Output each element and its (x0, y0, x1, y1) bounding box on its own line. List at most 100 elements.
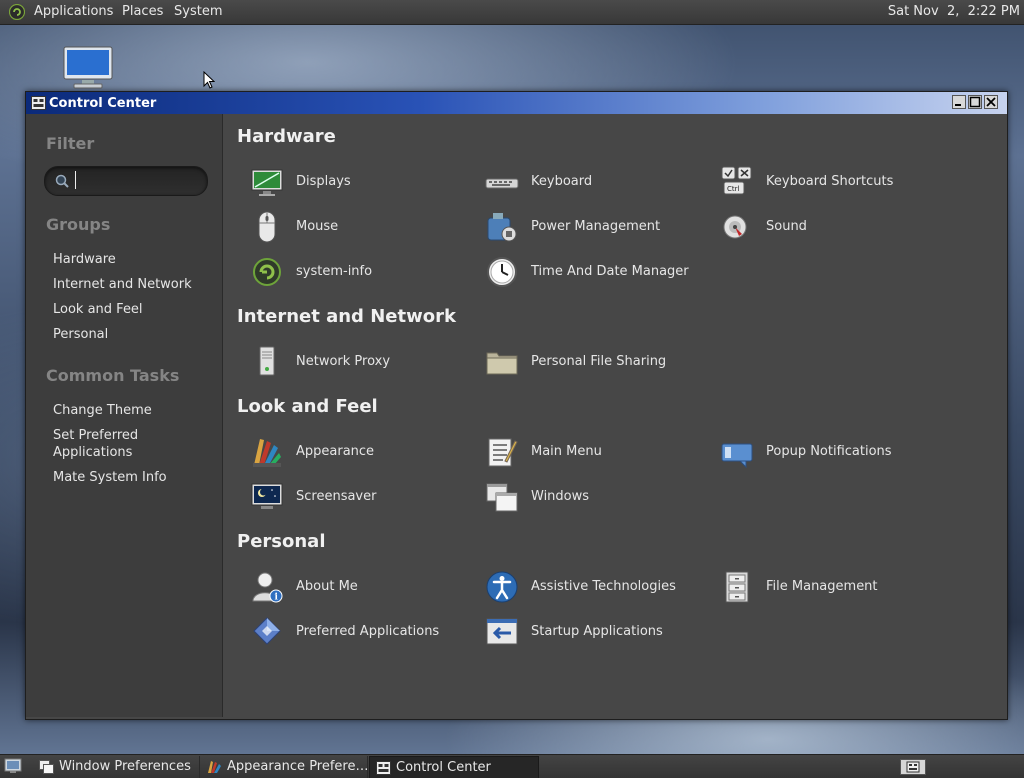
sidebar: Filter Groups Hardware Internet and Netw… (26, 114, 223, 717)
places-menu[interactable]: Places (122, 4, 163, 19)
mate-logo-icon[interactable] (9, 4, 25, 20)
accessibility-icon (486, 571, 518, 603)
computer-desktop-icon[interactable] (62, 46, 114, 90)
folder-share-icon (486, 352, 518, 375)
sidebar-group-personal[interactable]: Personal (53, 326, 108, 343)
control-center-window-icon[interactable] (31, 96, 46, 110)
search-box[interactable] (44, 166, 208, 196)
applications-menu[interactable]: Applications (34, 4, 113, 19)
workspace-switcher-icon[interactable] (900, 759, 926, 775)
item-preferred-applications[interactable]: Preferred Applications (250, 615, 470, 649)
item-label: Popup Notifications (766, 444, 892, 459)
task-set-preferred-applications[interactable]: Set Preferred Applications (53, 427, 203, 461)
top-panel: Applications Places System Sat Nov 2, 2:… (0, 0, 1024, 25)
item-label: Keyboard Shortcuts (766, 174, 894, 189)
notification-icon (721, 443, 753, 469)
item-label: Network Proxy (296, 354, 391, 369)
section-title-personal: Personal (237, 531, 326, 552)
network-proxy-icon (259, 346, 275, 376)
item-label: Sound (766, 219, 807, 234)
item-label: Assistive Technologies (531, 579, 676, 594)
item-main-menu[interactable]: Main Menu (485, 435, 705, 469)
item-label: system-info (296, 264, 373, 279)
system-info-icon (253, 258, 281, 286)
close-icon (986, 97, 996, 107)
file-cabinet-icon (725, 571, 749, 603)
item-label: About Me (296, 579, 358, 594)
screensaver-icon (251, 483, 283, 509)
item-appearance[interactable]: Appearance (250, 435, 470, 469)
clock[interactable]: Sat Nov 2, 2:22 PM (888, 4, 1020, 19)
item-time-date-manager[interactable]: Time And Date Manager (485, 255, 705, 289)
item-network-proxy[interactable]: Network Proxy (250, 345, 470, 379)
bottom-panel: Window Preferences Appearance Prefere… C… (0, 754, 1024, 778)
item-label: Windows (531, 489, 590, 504)
display-icon (251, 169, 283, 196)
item-power-management[interactable]: Power Management (485, 210, 705, 244)
maximize-icon (969, 96, 981, 108)
task-mate-system-info[interactable]: Mate System Info (53, 469, 167, 486)
search-input[interactable] (75, 171, 202, 189)
item-label: Time And Date Manager (531, 264, 689, 279)
item-label: Appearance (296, 444, 375, 459)
sidebar-group-look-feel[interactable]: Look and Feel (53, 301, 143, 318)
item-sound[interactable]: Sound (720, 210, 940, 244)
system-menu[interactable]: System (174, 4, 222, 19)
maximize-button[interactable] (968, 95, 982, 109)
item-about-me[interactable]: i About Me (250, 570, 470, 604)
control-center-window: Control Center Filter Groups Hardware In… (25, 91, 1008, 720)
item-label: Main Menu (531, 444, 602, 459)
task-window-preferences[interactable]: Window Preferences (33, 756, 200, 778)
item-label: Keyboard (531, 174, 593, 189)
svg-text:Ctrl: Ctrl (727, 185, 740, 193)
item-keyboard[interactable]: Keyboard (485, 165, 705, 199)
item-file-management[interactable]: File Management (720, 570, 940, 604)
appearance-preferences-icon (208, 761, 221, 773)
mouse-pointer-icon (203, 71, 215, 89)
main-content: Hardware Displays Keyboard Ctrl Keyboard… (223, 114, 1005, 717)
item-assistive-technologies[interactable]: Assistive Technologies (485, 570, 705, 604)
task-control-center[interactable]: Control Center (369, 756, 539, 778)
item-system-info[interactable]: system-info (250, 255, 470, 289)
control-center-task-icon (376, 761, 391, 775)
power-management-icon (487, 213, 517, 242)
item-keyboard-shortcuts[interactable]: Ctrl Keyboard Shortcuts (720, 165, 940, 199)
item-displays[interactable]: Displays (250, 165, 470, 199)
svg-text:i: i (275, 593, 279, 603)
item-mouse[interactable]: Mouse (250, 210, 470, 244)
filter-heading: Filter (46, 134, 95, 153)
item-label: Displays (296, 174, 351, 189)
appearance-icon (253, 439, 281, 467)
section-title-look-feel: Look and Feel (237, 396, 378, 417)
task-appearance-preferences[interactable]: Appearance Prefere… (201, 756, 369, 778)
item-label: Preferred Applications (296, 624, 440, 639)
about-me-icon: i (252, 572, 283, 603)
close-button[interactable] (984, 95, 998, 109)
window-titlebar[interactable]: Control Center (26, 92, 1007, 114)
sound-icon (723, 215, 747, 239)
minimize-button[interactable] (952, 95, 966, 109)
item-label: Personal File Sharing (531, 354, 667, 369)
section-title-internet-network: Internet and Network (237, 306, 456, 327)
groups-heading: Groups (46, 215, 111, 234)
task-label: Control Center (396, 760, 491, 775)
item-label: Screensaver (296, 489, 377, 504)
item-screensaver[interactable]: Screensaver (250, 480, 470, 514)
keyboard-icon (485, 178, 519, 189)
show-desktop-icon[interactable] (4, 758, 22, 774)
item-popup-notifications[interactable]: Popup Notifications (720, 435, 940, 469)
section-title-hardware: Hardware (237, 126, 336, 147)
task-label: Window Preferences (59, 759, 191, 774)
clock-icon (487, 257, 517, 287)
sidebar-group-internet-network[interactable]: Internet and Network (53, 276, 192, 293)
item-label: Startup Applications (531, 624, 663, 639)
mouse-icon (258, 211, 276, 243)
task-label: Appearance Prefere… (227, 759, 369, 774)
item-startup-applications[interactable]: Startup Applications (485, 615, 705, 649)
item-personal-file-sharing[interactable]: Personal File Sharing (485, 345, 705, 379)
item-windows[interactable]: Windows (485, 480, 705, 514)
startup-apps-icon (486, 618, 518, 645)
task-change-theme[interactable]: Change Theme (53, 402, 152, 419)
sidebar-group-hardware[interactable]: Hardware (53, 251, 116, 268)
window-title: Control Center (49, 96, 157, 111)
